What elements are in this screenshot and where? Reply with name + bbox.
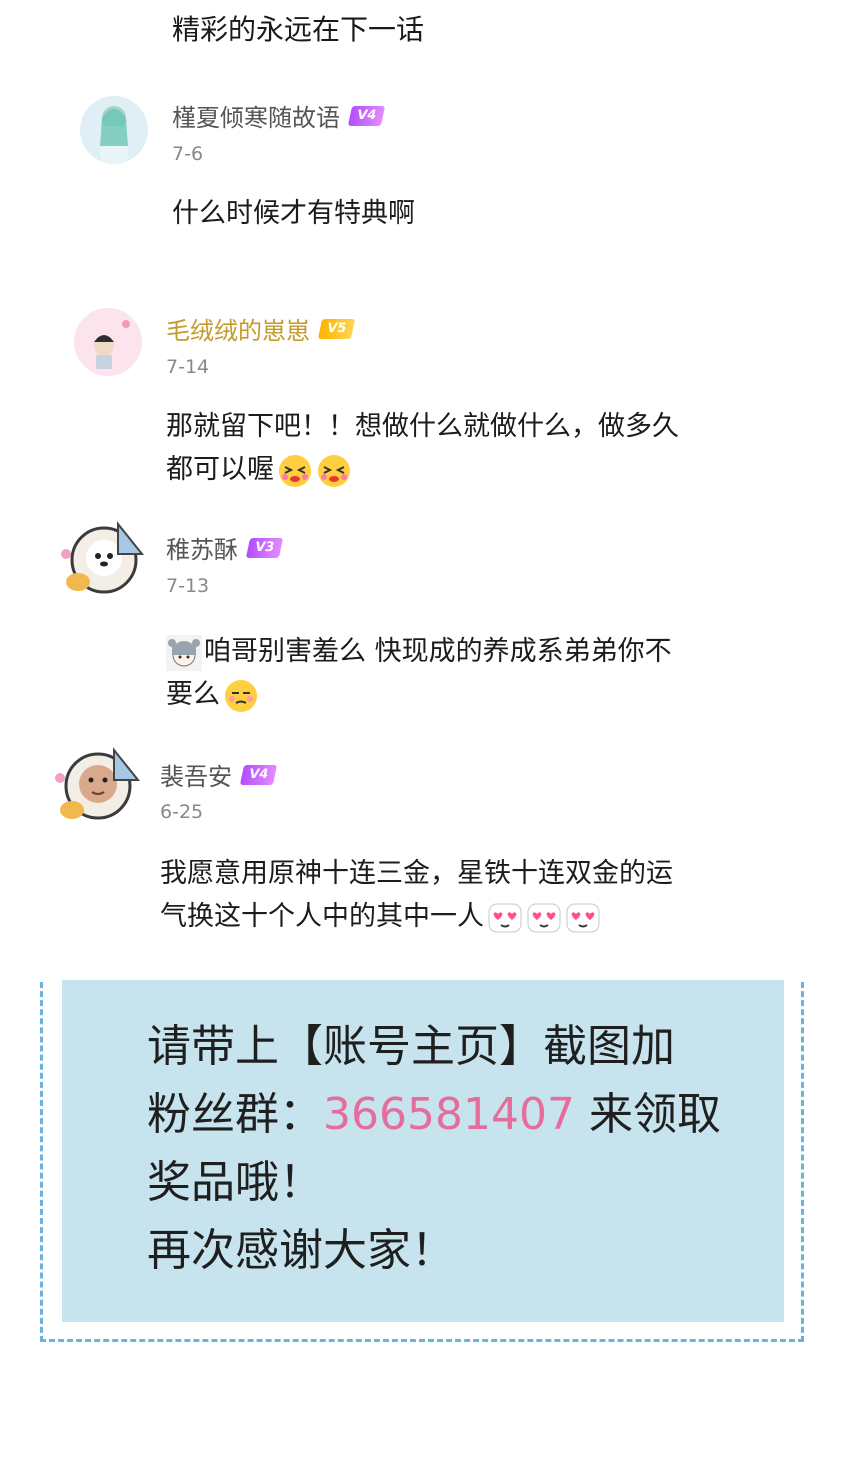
username[interactable]: 毛绒绒的崽崽 xyxy=(166,311,310,346)
comment-text: 什么时候才有特典啊 xyxy=(172,198,415,229)
user-avatar[interactable] xyxy=(80,96,148,164)
comment-line: 咱哥别害羞么 快现成的养成系弟弟你不 xyxy=(166,630,806,673)
notice-line: 再次感谢大家！ xyxy=(147,1225,455,1276)
comment-text: 我愿意用原神十连三金，星铁十连双金的运 气换这十个人中的其中一人 xyxy=(160,852,820,938)
level-badge: V3 xyxy=(245,537,284,558)
notice-line-text: 粉丝群： xyxy=(147,1089,323,1140)
comment-text: 咱哥别害羞么 快现成的养成系弟弟你不 要么 xyxy=(166,630,806,716)
comment-line: 那就留下吧！！想做什么就做什么，做多久 xyxy=(166,411,679,442)
comment-date: 7-14 xyxy=(166,356,210,378)
comment-date: 7-6 xyxy=(172,143,204,165)
comment-line-text: 咱哥别害羞么 快现成的养成系弟弟你不 xyxy=(204,636,672,667)
comment-date: 7-13 xyxy=(166,575,210,597)
username[interactable]: 槿夏倾寒随故语 xyxy=(172,98,340,133)
avatar-frame-image xyxy=(61,521,145,594)
comment-line-text: 要么 xyxy=(166,679,220,710)
username-row: 稚苏酥 V3 xyxy=(166,530,284,565)
user-avatar[interactable] xyxy=(48,740,148,830)
username-row: 毛绒绒的崽崽 V5 xyxy=(166,311,356,346)
heart-eyes-squint-emoji xyxy=(277,453,313,489)
fan-group-number[interactable]: 366581407 xyxy=(323,1089,575,1140)
heart-eyes-squint-emoji xyxy=(316,453,352,489)
comment-line-text: 气换这十个人中的其中一人 xyxy=(160,901,484,932)
comment-line: 都可以喔 xyxy=(166,448,806,491)
notice-line-text: 来领取 xyxy=(574,1089,721,1140)
username[interactable]: 稚苏酥 xyxy=(166,530,238,565)
comment-line: 我愿意用原神十连三金，星铁十连双金的运 xyxy=(160,858,673,889)
comment-text: 那就留下吧！！想做什么就做什么，做多久 都可以喔 xyxy=(166,405,806,491)
heart-eyes-emoji xyxy=(565,900,601,936)
heart-eyes-emoji xyxy=(526,900,562,936)
previous-comment-text: 精彩的永远在下一话 xyxy=(172,13,425,46)
character-sticker-emoji xyxy=(166,634,202,671)
notice-box: 请带上【账号主页】截图加 粉丝群：366581407 来领取 奖品哦！ 再次感谢… xyxy=(62,980,784,1322)
username[interactable]: 裴吾安 xyxy=(160,757,232,792)
comment-date: 6-25 xyxy=(160,801,204,823)
avatar-image xyxy=(80,96,148,164)
user-avatar[interactable] xyxy=(56,514,152,604)
comment-line: 要么 xyxy=(166,673,806,716)
notice-line: 粉丝群：366581407 来领取 xyxy=(147,1081,747,1149)
username-row: 裴吾安 V4 xyxy=(160,757,278,792)
heart-eyes-emoji xyxy=(487,900,523,936)
username-row: 槿夏倾寒随故语 V4 xyxy=(172,98,386,133)
notice-line: 奖品哦！ xyxy=(147,1157,323,1208)
avatar-image xyxy=(74,308,142,376)
level-badge: V4 xyxy=(347,105,386,126)
avatar-frame-image xyxy=(55,747,141,820)
level-badge: V5 xyxy=(317,318,356,339)
notice-line: 请带上【账号主页】截图加 xyxy=(147,1021,675,1072)
user-avatar[interactable] xyxy=(74,308,142,376)
level-badge: V4 xyxy=(239,764,278,785)
smug-face-emoji xyxy=(223,678,259,714)
comment-line: 气换这十个人中的其中一人 xyxy=(160,895,820,938)
comment-line-text: 都可以喔 xyxy=(166,454,274,485)
notice-text: 请带上【账号主页】截图加 粉丝群：366581407 来领取 奖品哦！ 再次感谢… xyxy=(147,1013,747,1285)
